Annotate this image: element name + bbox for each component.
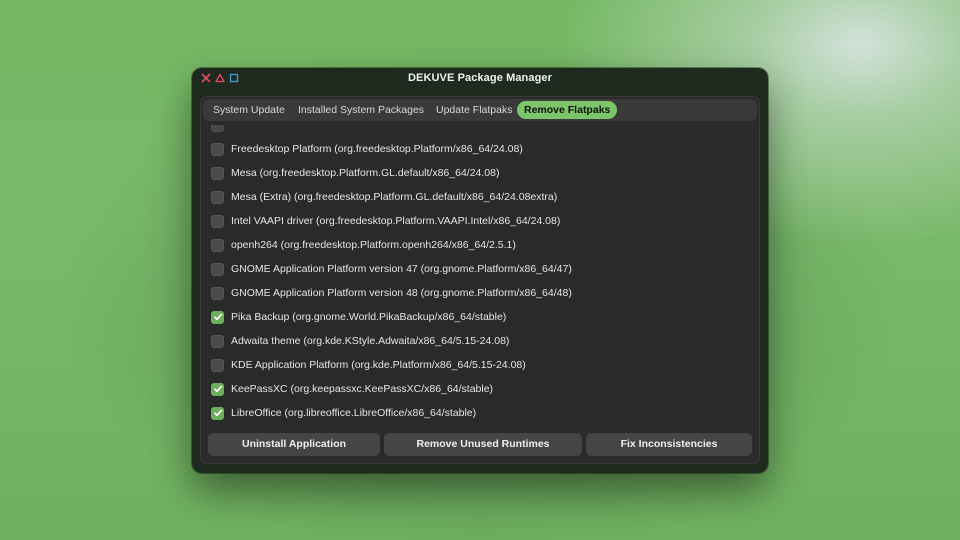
checkbox[interactable] (211, 334, 224, 348)
list-item-label: Mesa (org.freedesktop.Platform.GL.defaul… (231, 167, 500, 179)
list-item-label: Pika Backup (org.gnome.World.PikaBackup/… (231, 311, 507, 323)
window-title: DEKUVE Package Manager (407, 72, 553, 84)
action-bar: Uninstall Application Remove Unused Runt… (208, 433, 752, 457)
list-item-label: LibreOffice (org.libreoffice.LibreOffice… (231, 407, 477, 419)
checkbox[interactable] (211, 358, 224, 372)
tab-update-flatpaks[interactable]: Update Flatpaks (430, 101, 518, 119)
list-item[interactable]: KeePassXC (org.keepassxc.KeePassXC/x86_6… (211, 379, 751, 399)
fix-inconsistencies-button[interactable]: Fix Inconsistencies (586, 433, 752, 456)
checkbox[interactable] (211, 142, 224, 156)
checkbox[interactable] (211, 262, 224, 276)
checkmark-icon (213, 385, 222, 393)
list-item-label: Mesa (Extra) (org.freedesktop.Platform.G… (231, 191, 558, 203)
tab-system-update[interactable]: System Update (207, 101, 291, 119)
list-item-label: GNOME Application Platform version 47 (o… (231, 263, 572, 275)
checkbox[interactable] (211, 166, 224, 180)
list-item-label: Freedesktop Platform (org.freedesktop.Pl… (231, 143, 523, 155)
list-item[interactable]: Mesa (Extra) (org.freedesktop.Platform.G… (211, 187, 751, 207)
list-item[interactable]: Freedesktop Platform (org.freedesktop.Pl… (211, 139, 751, 159)
main-panel: System Update Installed System Packages … (200, 96, 760, 464)
flatpak-list[interactable]: Freedesktop Platform (org.freedesktop.Pl… (211, 125, 751, 427)
checkbox-checked[interactable] (211, 406, 224, 420)
list-item[interactable]: Pika Backup (org.gnome.World.PikaBackup/… (211, 307, 751, 327)
checkbox[interactable] (211, 286, 224, 300)
tab-remove-flatpaks[interactable]: Remove Flatpaks (517, 101, 618, 119)
checkbox[interactable] (211, 214, 224, 228)
list-item[interactable]: KDE Application Platform (org.kde.Platfo… (211, 355, 751, 375)
tab-bar: System Update Installed System Packages … (203, 99, 757, 121)
list-item[interactable]: Adwaita theme (org.kde.KStyle.Adwaita/x8… (211, 331, 751, 351)
list-item-scrolled-off (211, 125, 751, 135)
checkbox (211, 125, 224, 132)
uninstall-application-button[interactable]: Uninstall Application (208, 433, 380, 456)
checkmark-icon (213, 313, 222, 321)
list-item-label: KDE Application Platform (org.kde.Platfo… (231, 359, 526, 371)
list-item[interactable]: GNOME Application Platform version 48 (o… (211, 283, 751, 303)
checkbox[interactable] (211, 238, 224, 252)
app-window: DEKUVE Package Manager System Update Ins… (192, 68, 768, 473)
list-item-label: Intel VAAPI driver (org.freedesktop.Plat… (231, 215, 561, 227)
list-item-label: GNOME Application Platform version 48 (o… (231, 287, 572, 299)
tab-installed-system-packages[interactable]: Installed System Packages (292, 101, 430, 119)
list-item-label: KeePassXC (org.keepassxc.KeePassXC/x86_6… (231, 383, 494, 395)
checkbox-checked[interactable] (211, 382, 224, 396)
list-item-label: Adwaita theme (org.kde.KStyle.Adwaita/x8… (231, 335, 510, 347)
checkbox-checked[interactable] (211, 310, 224, 324)
list-item[interactable]: Intel VAAPI driver (org.freedesktop.Plat… (211, 211, 751, 231)
list-item-label: openh264 (org.freedesktop.Platform.openh… (231, 239, 516, 251)
list-item[interactable]: openh264 (org.freedesktop.Platform.openh… (211, 235, 751, 255)
list-item[interactable]: Mesa (org.freedesktop.Platform.GL.defaul… (211, 163, 751, 183)
list-item[interactable]: GNOME Application Platform version 47 (o… (211, 259, 751, 279)
remove-unused-runtimes-button[interactable]: Remove Unused Runtimes (384, 433, 582, 456)
list-item[interactable]: LibreOffice (org.libreoffice.LibreOffice… (211, 403, 751, 423)
checkbox[interactable] (211, 190, 224, 204)
titlebar: DEKUVE Package Manager (192, 68, 768, 90)
checkmark-icon (213, 409, 222, 417)
